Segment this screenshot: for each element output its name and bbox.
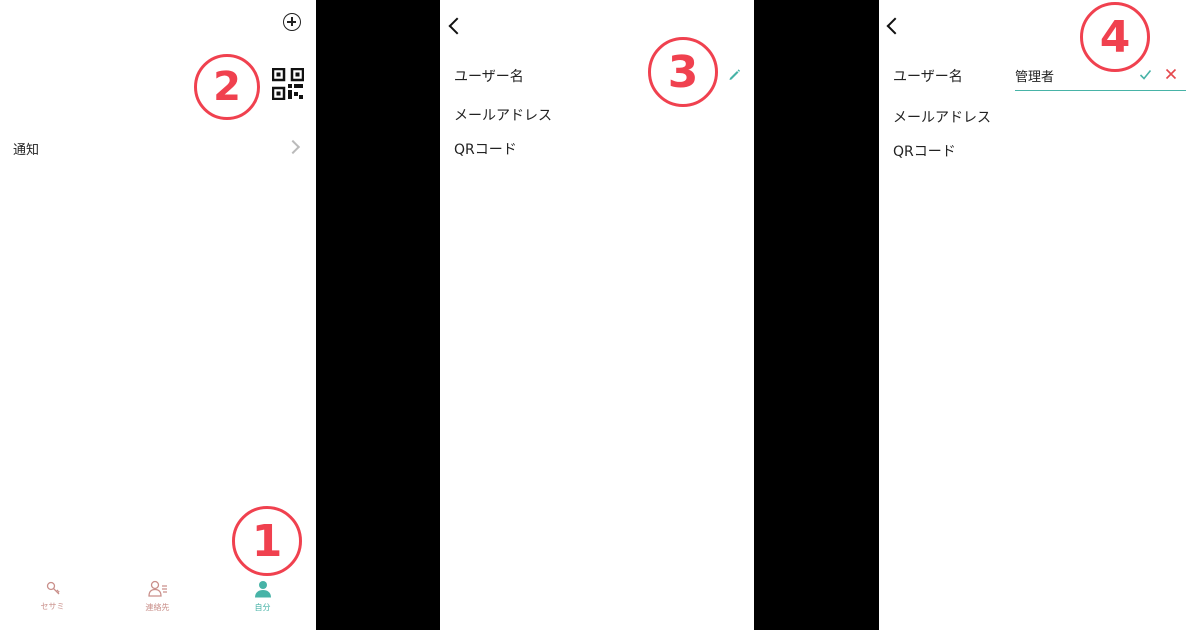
back-icon[interactable] [448, 17, 466, 35]
chevron-right-icon [285, 139, 301, 155]
email-label: メールアドレス [454, 108, 552, 124]
key-icon [46, 581, 60, 595]
contacts-icon [147, 580, 167, 597]
back-icon[interactable] [886, 17, 904, 35]
person-icon [254, 581, 271, 598]
email-label: メールアドレス [893, 110, 991, 126]
tab-sesame-label: セサミ [40, 602, 65, 611]
username-label: ユーザー名 [454, 69, 524, 85]
qr-code-icon[interactable] [272, 68, 304, 100]
username-label: ユーザー名 [893, 69, 963, 85]
tab-contacts[interactable]: 連絡先 [105, 578, 210, 630]
annotation-marker-2: 2 [194, 54, 260, 120]
cancel-x-icon[interactable] [1165, 68, 1177, 80]
notifications-label: 通知 [13, 143, 40, 158]
edit-pencil-icon[interactable] [727, 67, 741, 81]
tab-me-label: 自分 [254, 603, 271, 612]
username-row: ユーザー名 管理者 [879, 62, 1200, 94]
qr-code-label[interactable]: QRコード [454, 139, 517, 159]
tab-me[interactable]: 自分 [210, 578, 315, 630]
account-screen: ユーザー名 メールアドレス QRコード 3 [440, 0, 754, 630]
annotation-marker-1: 1 [232, 506, 302, 576]
tab-contacts-label: 連絡先 [145, 603, 170, 612]
username-input-value: 管理者 [1015, 70, 1055, 85]
qr-code-label[interactable]: QRコード [893, 141, 956, 161]
profile-screen: 2 通知 1 セサミ 連絡先 自分 [0, 0, 316, 630]
username-input[interactable]: 管理者 [1015, 62, 1186, 91]
tab-sesame[interactable]: セサミ [0, 578, 105, 630]
notifications-row[interactable]: 通知 [0, 132, 316, 162]
confirm-check-icon[interactable] [1139, 68, 1152, 81]
annotation-marker-3: 3 [648, 37, 718, 107]
edit-username-screen: 4 ユーザー名 管理者 メールアドレス QRコード [879, 0, 1200, 630]
add-icon[interactable] [283, 13, 301, 31]
